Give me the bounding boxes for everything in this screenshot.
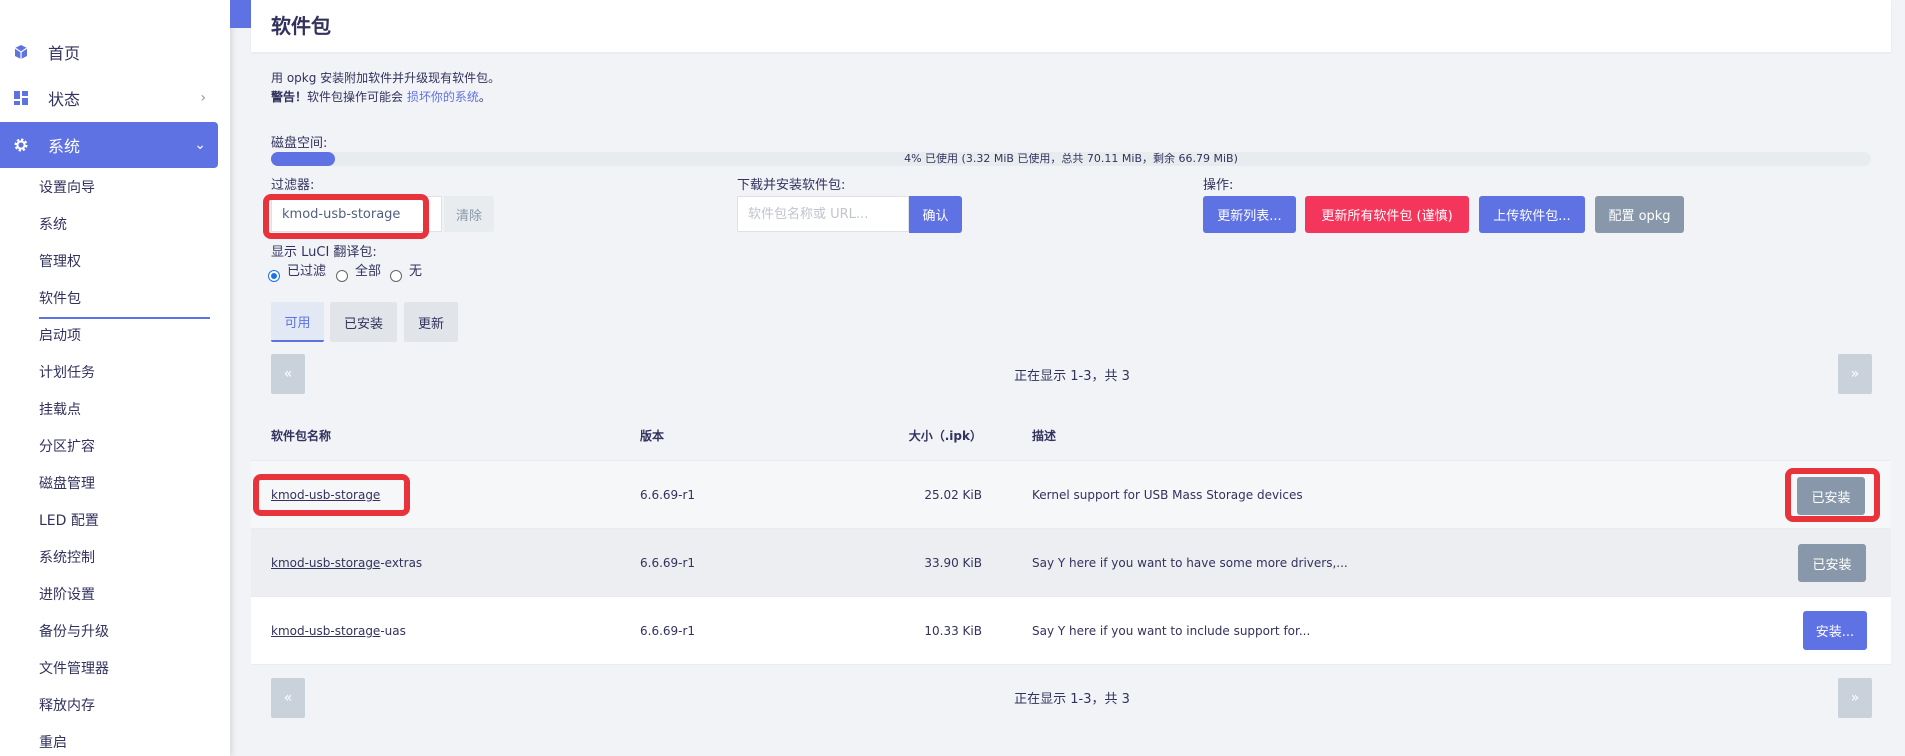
package-version: 6.6.69-r1	[640, 488, 696, 502]
installed-button[interactable]: 已安装	[1797, 477, 1865, 515]
next-page-button[interactable]: »	[1838, 354, 1872, 394]
pager-text: 正在显示 1-3，共 3	[1014, 369, 1130, 384]
header-accent-bar	[230, 0, 251, 28]
actions-label: 操作:	[1203, 178, 1234, 193]
next-page-button[interactable]: »	[1838, 678, 1872, 718]
package-description: Kernel support for USB Mass Storage devi…	[1032, 488, 1303, 502]
cube-icon	[11, 42, 31, 62]
package-size: 10.33 KiB	[924, 624, 982, 638]
tab-available[interactable]: 可用	[271, 302, 324, 342]
sidebar-sub-reboot[interactable]: 重启	[39, 733, 67, 753]
radio-filtered-label: 已过滤	[287, 264, 327, 279]
warning-text: 软件包操作可能会	[307, 90, 404, 104]
radio-filtered[interactable]	[268, 270, 280, 282]
warning-end: 。	[478, 90, 491, 104]
col-description: 描述	[1032, 429, 1057, 443]
sidebar-sub-advanced[interactable]: 进阶设置	[39, 585, 95, 605]
tab-updates[interactable]: 更新	[404, 302, 458, 342]
update-lists-button[interactable]: 更新列表...	[1203, 196, 1296, 233]
sidebar-sub-system[interactable]: 系统	[39, 215, 67, 235]
sidebar-sub-filemanager[interactable]: 文件管理器	[39, 659, 109, 679]
table-row: kmod-usb-storage-extras 6.6.69-r1 33.90 …	[251, 529, 1891, 597]
table-row: kmod-usb-storage-uas 6.6.69-r1 10.33 KiB…	[251, 597, 1891, 665]
download-label: 下载并安装软件包:	[737, 178, 846, 193]
sidebar-item-home[interactable]: 首页	[0, 29, 218, 75]
table-header: 软件包名称 版本 大小（.ipk） 描述	[251, 405, 1891, 461]
package-description: Say Y here if you want to include suppor…	[1032, 624, 1311, 638]
sidebar-sub-led[interactable]: LED 配置	[39, 511, 99, 531]
sidebar-sub-setup-wizard[interactable]: 设置向导	[39, 178, 95, 198]
table-row: kmod-usb-storage 6.6.69-r1 25.02 KiB Ker…	[251, 461, 1891, 529]
install-button[interactable]: 安装...	[1803, 611, 1867, 650]
filter-input[interactable]	[271, 196, 442, 232]
sidebar-sub-freemem[interactable]: 释放内存	[39, 696, 95, 716]
package-version: 6.6.69-r1	[640, 624, 696, 638]
sidebar-item-status[interactable]: 状态 ›	[0, 75, 218, 121]
sidebar-item-label: 状态	[48, 90, 81, 109]
sidebar-sub-admin[interactable]: 管理权	[39, 252, 81, 272]
package-description: Say Y here if you want to have some more…	[1032, 556, 1348, 570]
warning-line: 警告！软件包操作可能会 损坏你的系统。	[271, 88, 491, 105]
upload-package-button[interactable]: 上传软件包...	[1479, 196, 1585, 233]
col-version: 版本	[640, 429, 665, 443]
package-size: 25.02 KiB	[924, 488, 982, 502]
warning-link[interactable]: 损坏你的系统	[407, 90, 479, 104]
radio-none-label: 无	[409, 264, 423, 279]
sidebar: 首页 状态 › 系统 ⌄ 设置向导 系统 管理权 软件包 启动项 计划任务 挂载…	[0, 0, 230, 756]
sidebar-sub-mount[interactable]: 挂载点	[39, 400, 81, 420]
package-name-suffix: -uas	[380, 624, 406, 638]
page-header: 软件包	[251, 0, 1891, 52]
col-size: 大小（.ipk）	[908, 429, 982, 443]
col-name: 软件包名称	[271, 429, 332, 443]
package-name-link[interactable]: kmod-usb-storage	[271, 488, 380, 502]
sidebar-sub-partexp[interactable]: 分区扩容	[39, 437, 95, 457]
sidebar-item-label: 首页	[48, 44, 81, 63]
intro-text: 用 opkg 安装附加软件并升级现有软件包。	[271, 71, 501, 85]
chevron-right-icon: ›	[200, 90, 206, 106]
sidebar-sub-disk[interactable]: 磁盘管理	[39, 474, 95, 494]
sidebar-item-label: 系统	[48, 137, 81, 156]
package-name[interactable]: kmod-usb-storage	[271, 488, 380, 502]
disk-label: 磁盘空间:	[271, 136, 328, 151]
sidebar-sub-backup[interactable]: 备份与升级	[39, 622, 109, 642]
upgrade-all-button[interactable]: 更新所有软件包 (谨慎)	[1305, 196, 1469, 233]
sidebar-sub-cron[interactable]: 计划任务	[39, 363, 95, 383]
clear-filter-button[interactable]: 清除	[444, 196, 494, 232]
package-name[interactable]: kmod-usb-storage-extras	[271, 556, 422, 570]
pager-text: 正在显示 1-3，共 3	[1014, 692, 1130, 707]
translations-label: 显示 LuCI 翻译包:	[271, 245, 377, 260]
radio-all-label: 全部	[355, 264, 382, 279]
gear-icon	[11, 135, 31, 155]
sidebar-sub-startup[interactable]: 启动项	[39, 326, 81, 346]
installed-button[interactable]: 已安装	[1798, 544, 1866, 582]
package-version: 6.6.69-r1	[640, 556, 696, 570]
sidebar-item-system[interactable]: 系统 ⌄	[0, 122, 218, 168]
filter-label: 过滤器:	[271, 178, 315, 193]
tab-installed[interactable]: 已安装	[330, 302, 397, 342]
sidebar-sub-packages[interactable]: 软件包	[39, 289, 210, 319]
dashboard-icon	[11, 88, 31, 108]
page-title: 软件包	[271, 14, 331, 38]
package-name[interactable]: kmod-usb-storage-uas	[271, 624, 406, 638]
sidebar-sub-sysctl[interactable]: 系统控制	[39, 548, 95, 568]
prev-page-button[interactable]: «	[271, 678, 305, 718]
package-name-suffix: -extras	[380, 556, 423, 570]
package-url-input[interactable]	[737, 196, 909, 232]
package-name-link[interactable]: kmod-usb-storage	[271, 556, 380, 570]
disk-usage-text: 4% 已使用 (3.32 MiB 已使用，总共 70.11 MiB，剩余 66.…	[904, 152, 1238, 165]
prev-page-button[interactable]: «	[271, 354, 305, 394]
warning-bold: 警告！	[271, 90, 308, 104]
confirm-button[interactable]: 确认	[909, 196, 962, 233]
configure-opkg-button[interactable]: 配置 opkg	[1595, 196, 1684, 233]
chevron-down-icon: ⌄	[194, 137, 206, 153]
radio-all[interactable]	[336, 270, 348, 282]
radio-none[interactable]	[390, 270, 402, 282]
disk-usage-bar: 4% 已使用 (3.32 MiB 已使用，总共 70.11 MiB，剩余 66.…	[271, 152, 1871, 166]
package-size: 33.90 KiB	[924, 556, 982, 570]
package-name-link[interactable]: kmod-usb-storage	[271, 624, 380, 638]
